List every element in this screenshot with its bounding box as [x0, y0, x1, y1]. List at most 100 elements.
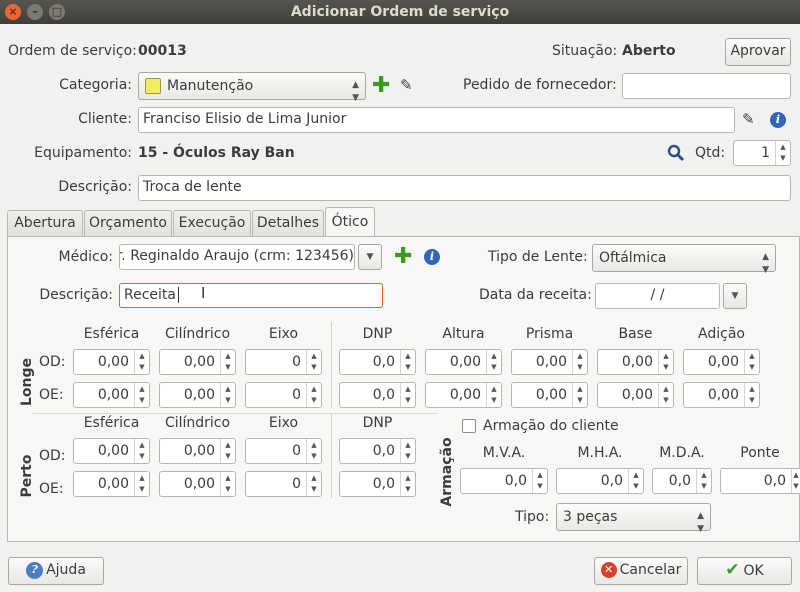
perto-oe-cilindrico[interactable]: 0,00 ▲ ▼ [159, 471, 236, 497]
updown-arrow-icon[interactable]: ▲ ▼ [134, 350, 149, 374]
edit-cliente-button[interactable]: ✎ [742, 110, 755, 128]
updown-arrow-icon[interactable]: ▲ ▼ [791, 469, 800, 493]
value: 0,0 [504, 473, 527, 489]
perto-oe-esferica[interactable]: 0,00 ▲ ▼ [73, 471, 150, 497]
tab-execucao[interactable]: Execução [173, 210, 251, 236]
updown-arrow-icon[interactable]: ▲ ▼ [220, 439, 235, 463]
updown-arrow-icon[interactable]: ▲ ▼ [306, 383, 321, 407]
perto-od-dnp[interactable]: 0,0 ▲ ▼ [339, 438, 416, 464]
updown-arrow-icon[interactable]: ▲ ▼ [775, 141, 790, 165]
tab-otico[interactable]: Ótico [325, 207, 375, 237]
longe-od-dnp[interactable]: 0,0 ▲ ▼ [339, 349, 416, 375]
longe-oe-esferica[interactable]: 0,00 ▲ ▼ [73, 382, 150, 408]
ok-button[interactable]: ✔ OK [697, 557, 792, 585]
updown-arrow-icon[interactable]: ▲ ▼ [696, 469, 711, 493]
close-window-button[interactable]: × [5, 4, 21, 20]
longe-oe-cilindrico[interactable]: 0,00 ▲ ▼ [159, 382, 236, 408]
updown-arrow-icon[interactable]: ▲ ▼ [744, 383, 759, 407]
descricao-input[interactable]: Troca de lente [138, 175, 791, 201]
longe-od-eixo[interactable]: 0 ▲ ▼ [245, 349, 322, 375]
text-cursor [177, 287, 179, 303]
updown-arrow-icon[interactable]: ▲ ▼ [400, 350, 415, 374]
updown-arrow-icon[interactable]: ▲ ▼ [486, 383, 501, 407]
updown-arrow-icon[interactable]: ▲ ▼ [220, 350, 235, 374]
add-medico-button[interactable]: ✚ [394, 244, 413, 269]
tab-abertura[interactable]: Abertura [7, 210, 83, 236]
mva-stepper[interactable]: 0,0 ▲ ▼ [460, 468, 548, 494]
col-adicao: Adição [698, 326, 745, 342]
medico-info-button[interactable]: i [424, 249, 440, 265]
pedido-input[interactable] [622, 73, 791, 99]
longe-oe-eixo[interactable]: 0 ▲ ▼ [245, 382, 322, 408]
tipo-lente-combo[interactable]: Oftálmica ▲ ▼ [592, 244, 776, 275]
updown-arrow-icon[interactable]: ▲ ▼ [628, 469, 643, 493]
updown-arrow-icon[interactable]: ▲ ▼ [306, 472, 321, 496]
value: 0,0 [372, 476, 395, 492]
updown-arrow-icon[interactable]: ▲ ▼ [572, 383, 587, 407]
minimize-window-button[interactable]: – [27, 4, 43, 20]
updown-arrow-icon[interactable]: ▲ ▼ [658, 383, 673, 407]
perto-od-eixo[interactable]: 0 ▲ ▼ [245, 438, 322, 464]
ponte-stepper[interactable]: 0,0 ▲ ▼ [720, 468, 800, 494]
longe-od-base[interactable]: 0,00 ▲ ▼ [597, 349, 674, 375]
updown-arrow-icon[interactable]: ▲ ▼ [486, 350, 501, 374]
data-receita-input[interactable]: / / [595, 283, 720, 309]
add-categoria-button[interactable]: ✚ [372, 75, 390, 97]
perto-oe-eixo[interactable]: 0 ▲ ▼ [245, 471, 322, 497]
perto-od-cilindrico[interactable]: 0,00 ▲ ▼ [159, 438, 236, 464]
updown-arrow-icon[interactable]: ▲ ▼ [306, 439, 321, 463]
updown-arrow-icon[interactable]: ▲ ▼ [658, 350, 673, 374]
aprovar-button[interactable]: Aprovar [725, 38, 791, 66]
receita-descricao-value: Receita [124, 287, 176, 303]
longe-od-adicao[interactable]: 0,00 ▲ ▼ [683, 349, 760, 375]
perto-col-esferica: Esférica [83, 415, 140, 431]
updown-arrow-icon[interactable]: ▲ ▼ [220, 472, 235, 496]
updown-arrow-icon[interactable]: ▲ ▼ [306, 350, 321, 374]
longe-oe-adicao[interactable]: 0,00 ▲ ▼ [683, 382, 760, 408]
maximize-window-button[interactable]: □ [49, 4, 65, 20]
perto-oe-dnp[interactable]: 0,0 ▲ ▼ [339, 471, 416, 497]
qtd-stepper[interactable]: 1 ▲ ▼ [733, 140, 791, 166]
armacao-label: Armação [439, 437, 455, 507]
perto-od-esferica[interactable]: 0,00 ▲ ▼ [73, 438, 150, 464]
tipo-combo[interactable]: 3 peças ▲ ▼ [556, 503, 711, 534]
receita-descricao-input[interactable]: Receita [119, 283, 383, 308]
data-receita-dropdown-button[interactable]: ▼ [723, 283, 747, 309]
updown-arrow-icon[interactable]: ▲ ▼ [134, 383, 149, 407]
col-base: Base [618, 326, 653, 342]
longe-od-altura[interactable]: 0,00 ▲ ▼ [425, 349, 502, 375]
tab-detalhes[interactable]: Detalhes [252, 210, 324, 236]
longe-od-esferica[interactable]: 0,00 ▲ ▼ [73, 349, 150, 375]
updown-arrow-icon[interactable]: ▲ ▼ [134, 439, 149, 463]
ajuda-button[interactable]: ? Ajuda [8, 557, 104, 585]
armacao-cliente-checkbox[interactable] [462, 419, 476, 433]
edit-categoria-button[interactable]: ✎ [400, 76, 413, 94]
cancelar-button[interactable]: ✕ Cancelar [594, 557, 688, 585]
cliente-info-button[interactable]: i [770, 112, 786, 128]
search-equipamento-button[interactable] [667, 144, 685, 162]
longe-oe-altura[interactable]: 0,00 ▲ ▼ [425, 382, 502, 408]
updown-arrow-icon[interactable]: ▲ ▼ [400, 472, 415, 496]
updown-arrow-icon[interactable]: ▲ ▼ [134, 472, 149, 496]
longe-oe-prisma[interactable]: 0,00 ▲ ▼ [511, 382, 588, 408]
updown-arrow-icon[interactable]: ▲ ▼ [744, 350, 759, 374]
longe-oe-base[interactable]: 0,00 ▲ ▼ [597, 382, 674, 408]
longe-oe-dnp[interactable]: 0,0 ▲ ▼ [339, 382, 416, 408]
medico-dropdown-button[interactable]: ▼ [358, 244, 382, 270]
longe-od-prisma[interactable]: 0,00 ▲ ▼ [511, 349, 588, 375]
mda-stepper[interactable]: 0,0 ▲ ▼ [652, 468, 712, 494]
categoria-combo[interactable]: Manutenção ▲ ▼ [138, 72, 366, 103]
updown-arrow-icon[interactable]: ▲ ▼ [572, 350, 587, 374]
value: 0,00 [621, 387, 653, 403]
updown-arrow-icon[interactable]: ▲ ▼ [400, 383, 415, 407]
longe-od-cilindrico[interactable]: 0,00 ▲ ▼ [159, 349, 236, 375]
updown-arrow-icon[interactable]: ▲ ▼ [220, 383, 235, 407]
medico-input[interactable]: Dr. Reginaldo Araujo (crm: 123456) [119, 244, 355, 270]
plus-icon: ✚ [394, 244, 413, 269]
tab-orcamento[interactable]: Orçamento [84, 210, 172, 236]
updown-arrow-icon[interactable]: ▲ ▼ [400, 439, 415, 463]
cliente-input[interactable]: Franciso Elisio de Lima Junior [138, 107, 735, 133]
value: 0,00 [621, 354, 653, 370]
updown-arrow-icon[interactable]: ▲ ▼ [532, 469, 547, 493]
mha-stepper[interactable]: 0,0 ▲ ▼ [556, 468, 644, 494]
